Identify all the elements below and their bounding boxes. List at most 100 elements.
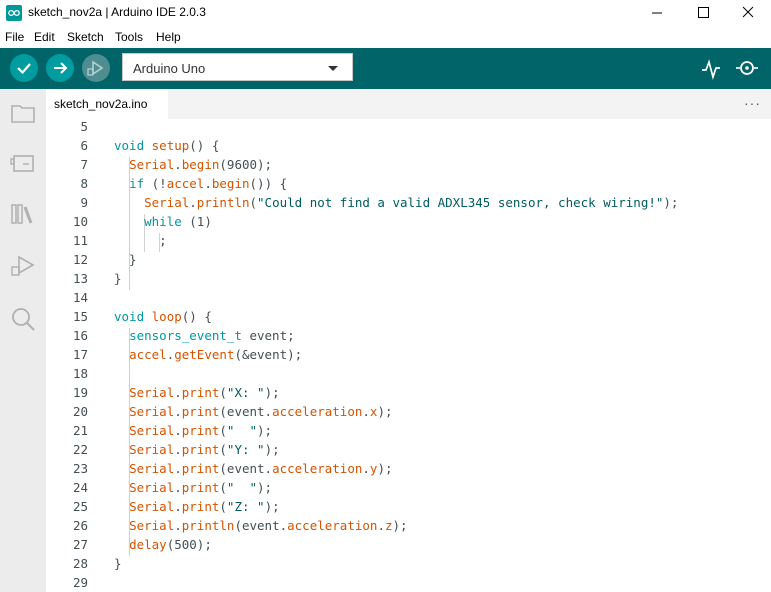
- identifier-token: print: [181, 423, 220, 438]
- identifier-token: setup: [151, 138, 190, 153]
- minimize-icon[interactable]: [634, 0, 680, 26]
- search-icon[interactable]: [9, 305, 37, 333]
- identifier-token: println: [181, 518, 235, 533]
- code-text: Serial.begin(9600);: [114, 157, 272, 172]
- identifier-token: Serial: [129, 480, 175, 495]
- more-options-icon[interactable]: ···: [744, 95, 761, 111]
- line-number: 7: [80, 157, 88, 172]
- code-line[interactable]: 5: [46, 119, 771, 138]
- debug-icon[interactable]: [9, 252, 37, 280]
- board-manager-icon[interactable]: [9, 149, 37, 177]
- text-token: .: [174, 385, 182, 400]
- code-line[interactable]: 14: [46, 290, 771, 309]
- verify-button[interactable]: [10, 54, 38, 82]
- code-line[interactable]: 6 void setup() {: [46, 138, 771, 157]
- code-line[interactable]: 21 Serial.print(" ");: [46, 423, 771, 442]
- menu-help[interactable]: Help: [156, 30, 181, 44]
- menu-tools[interactable]: Tools: [115, 30, 143, 44]
- identifier-token: Serial: [129, 404, 175, 419]
- keyword-token: if: [129, 176, 145, 191]
- code-line[interactable]: 12 }: [46, 252, 771, 271]
- code-line[interactable]: 27 delay(500);: [46, 537, 771, 556]
- text-token: (event.: [219, 404, 273, 419]
- code-line[interactable]: 24 Serial.print(" ");: [46, 480, 771, 499]
- text-token: (1): [181, 214, 212, 229]
- menu-file[interactable]: File: [5, 30, 24, 44]
- title-bar: sketch_nov2a | Arduino IDE 2.0.3: [0, 0, 771, 26]
- text-token: (!: [144, 176, 167, 191]
- identifier-token: Serial: [129, 518, 175, 533]
- identifier-token: print: [181, 480, 220, 495]
- library-icon[interactable]: [9, 200, 37, 228]
- identifier-token: loop: [151, 309, 182, 324]
- line-number: 5: [80, 119, 88, 134]
- text-token: }: [114, 556, 122, 571]
- code-text: delay(500);: [114, 537, 212, 552]
- text-token: .: [174, 423, 182, 438]
- text-token: );: [392, 518, 408, 533]
- code-line[interactable]: 10 while (1): [46, 214, 771, 233]
- text-token: .: [174, 518, 182, 533]
- arrow-right-icon: [54, 62, 68, 74]
- code-editor[interactable]: 5 6 void setup() {7 Serial.begin(9600); 8 i…: [46, 119, 771, 592]
- code-line[interactable]: 13}: [46, 271, 771, 290]
- arduino-logo-icon: [6, 5, 22, 21]
- text-token: (&event);: [234, 347, 303, 362]
- tab-sketch-file[interactable]: sketch_nov2a.ino: [46, 89, 168, 121]
- identifier-token: print: [181, 461, 220, 476]
- string-token: "X: ": [226, 385, 265, 400]
- code-line[interactable]: 7 Serial.begin(9600);: [46, 157, 771, 176]
- code-line[interactable]: 20 Serial.print(event.acceleration.x);: [46, 404, 771, 423]
- line-number: 25: [72, 499, 88, 514]
- code-line[interactable]: 22 Serial.print("Y: ");: [46, 442, 771, 461]
- serial-monitor-icon[interactable]: [735, 57, 761, 79]
- folder-icon[interactable]: [9, 99, 37, 127]
- code-line[interactable]: 25 Serial.print("Z: ");: [46, 499, 771, 518]
- debug-button[interactable]: [82, 54, 110, 82]
- maximize-icon[interactable]: [680, 0, 726, 26]
- board-selector[interactable]: Arduino Uno: [122, 53, 353, 81]
- identifier-token: delay: [129, 537, 167, 552]
- code-line[interactable]: 26 Serial.println(event.acceleration.z);: [46, 518, 771, 537]
- menu-sketch[interactable]: Sketch: [67, 30, 104, 44]
- code-line[interactable]: 15 void loop() {: [46, 309, 771, 328]
- text-token: );: [264, 499, 280, 514]
- code-line[interactable]: 29: [46, 575, 771, 592]
- string-token: "Could not find a valid ADXL345 sensor, …: [257, 195, 664, 210]
- code-line[interactable]: 18: [46, 366, 771, 385]
- close-icon[interactable]: [725, 0, 771, 26]
- code-line[interactable]: 17 accel.getEvent(&event);: [46, 347, 771, 366]
- string-token: "Y: ": [226, 442, 265, 457]
- text-token: (500);: [166, 537, 212, 552]
- text-token: () {: [181, 309, 212, 324]
- code-line[interactable]: 16 sensors_event_t event;: [46, 328, 771, 347]
- serial-plotter-icon[interactable]: [700, 58, 722, 80]
- code-line[interactable]: 23 Serial.print(event.acceleration.y);: [46, 461, 771, 480]
- upload-button[interactable]: [46, 54, 74, 82]
- menu-edit[interactable]: Edit: [34, 30, 55, 44]
- code-line[interactable]: 19 Serial.print("X: ");: [46, 385, 771, 404]
- line-number: 18: [72, 366, 88, 381]
- line-number: 22: [72, 442, 88, 457]
- text-token: );: [264, 442, 280, 457]
- code-line[interactable]: 8 if (!accel.begin()) {: [46, 176, 771, 195]
- code-text: }: [114, 556, 122, 571]
- line-number: 17: [72, 347, 88, 362]
- string-token: " ": [226, 423, 258, 438]
- menu-bar: File Edit Sketch Tools Help: [0, 26, 771, 48]
- text-token: (: [219, 499, 227, 514]
- line-number: 26: [72, 518, 88, 533]
- code-line[interactable]: 28}: [46, 556, 771, 575]
- text-token: .: [174, 499, 182, 514]
- code-line[interactable]: 9 Serial.println("Could not find a valid…: [46, 195, 771, 214]
- code-line[interactable]: 11 ;: [46, 233, 771, 252]
- code-text: }: [114, 252, 137, 267]
- editor-tabs: sketch_nov2a.ino ···: [46, 89, 771, 121]
